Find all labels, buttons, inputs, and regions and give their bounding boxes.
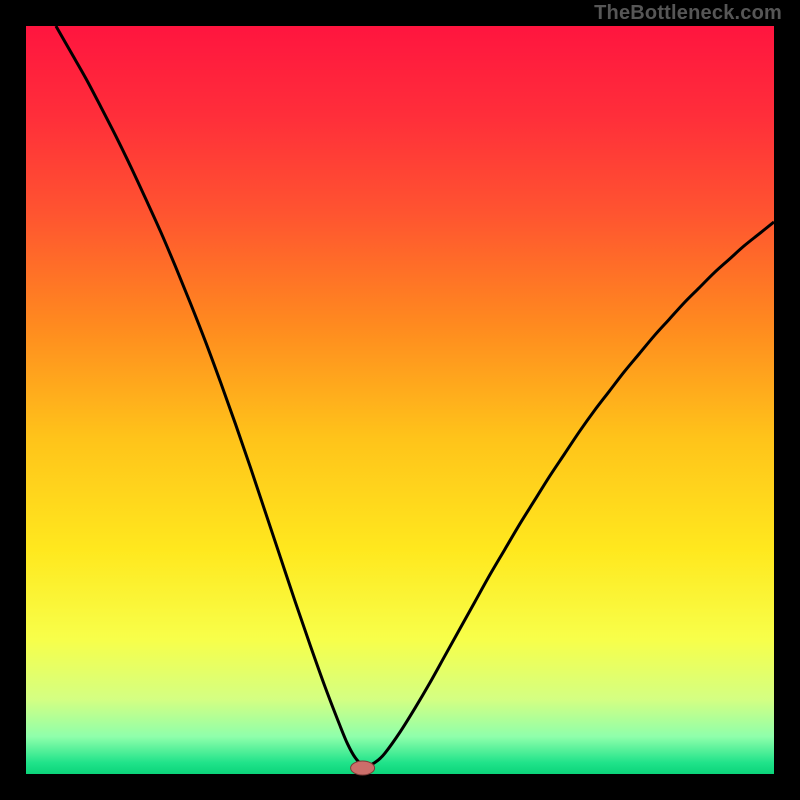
bottleneck-chart [0, 0, 800, 800]
watermark-text: TheBottleneck.com [594, 2, 782, 25]
gradient-background [26, 26, 774, 774]
chart-stage: { "watermark": "TheBottleneck.com", "col… [0, 0, 800, 800]
optimum-marker [351, 761, 375, 775]
